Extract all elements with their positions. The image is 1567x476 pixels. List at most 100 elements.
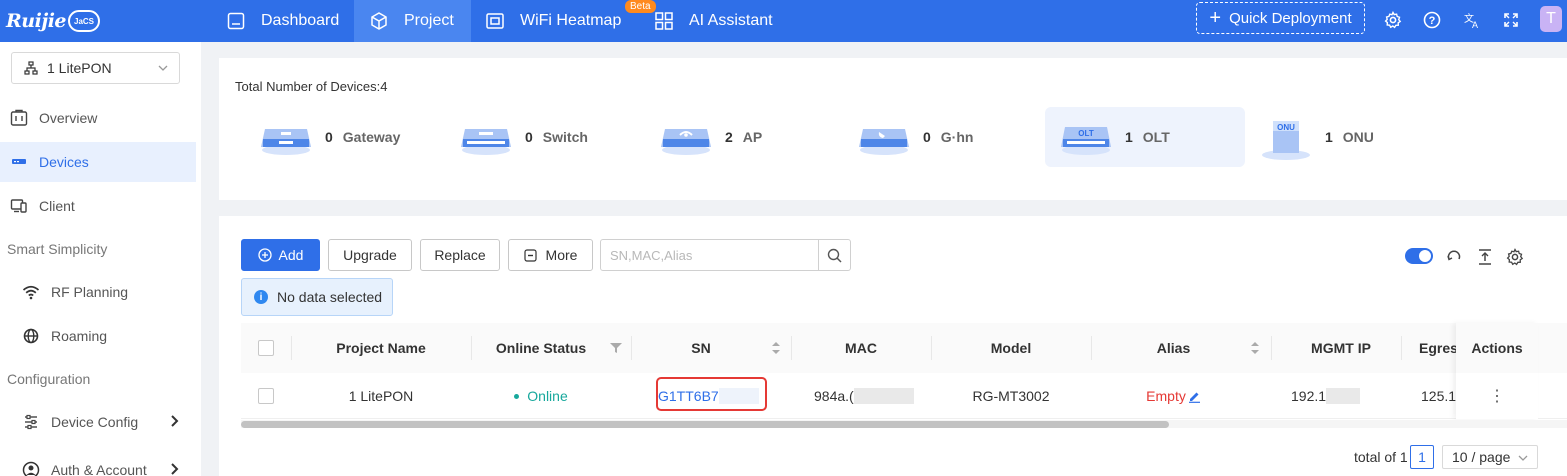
onu-count: 1 <box>1325 129 1333 145</box>
column-header-online-status[interactable]: Online Status <box>471 323 611 373</box>
device-type-gateway[interactable]: 0 Gateway <box>259 107 439 167</box>
redacted-block <box>1326 388 1361 404</box>
sidebar-item-rf-planning[interactable]: RF Planning <box>0 272 196 312</box>
table-header: Project Name Online Status SN MAC Model … <box>241 323 1567 373</box>
more-button[interactable]: More <box>508 239 593 271</box>
section-configuration: Configuration <box>7 371 91 387</box>
device-type-ap[interactable]: 2 AP <box>659 107 839 167</box>
online-status-dot <box>514 393 520 399</box>
device-type-onu[interactable]: ONU 1 ONU <box>1259 107 1439 167</box>
mgmt-ip-text: 192.1 <box>1291 388 1327 404</box>
page-size-value: 10 / page <box>1452 449 1511 465</box>
nav-dashboard-label: Dashboard <box>261 12 340 29</box>
more-icon <box>523 248 537 262</box>
replace-button[interactable]: Replace <box>420 239 500 271</box>
info-icon: i <box>254 290 268 304</box>
wifi-icon <box>21 282 41 302</box>
more-button-label: More <box>545 247 578 263</box>
help-icon[interactable]: ? <box>1421 9 1443 31</box>
fullscreen-icon[interactable] <box>1500 9 1522 31</box>
language-icon[interactable]: 文A <box>1461 9 1483 31</box>
cell-mac: 984a.( <box>814 373 934 419</box>
olt-device-icon: OLT <box>1059 117 1113 157</box>
sidebar-item-label: Device Config <box>51 414 139 430</box>
auto-refresh-toggle[interactable] <box>1405 248 1433 264</box>
row-checkbox[interactable] <box>258 388 274 404</box>
row-actions-more-icon[interactable]: ⋮ <box>1456 373 1538 419</box>
sidebar-item-overview[interactable]: Overview <box>0 98 196 138</box>
device-type-olt[interactable]: OLT 1 OLT <box>1045 107 1245 167</box>
search-input[interactable] <box>601 240 811 270</box>
ghn-count: 0 <box>923 129 931 145</box>
sidebar-item-auth-account[interactable]: Auth & Account <box>0 450 196 476</box>
nav-ai-assistant[interactable]: AI Assistant <box>653 0 793 42</box>
onu-device-icon: ONU <box>1259 117 1313 160</box>
replace-button-label: Replace <box>434 247 486 263</box>
column-header-project-name[interactable]: Project Name <box>291 323 471 373</box>
sidebar-item-label: Roaming <box>51 328 108 344</box>
filter-icon[interactable] <box>610 343 622 353</box>
olt-label: OLT <box>1142 129 1170 145</box>
chevron-right-icon <box>170 414 180 431</box>
sort-icon[interactable] <box>771 340 781 356</box>
network-icon <box>24 61 38 75</box>
sidebar-item-label: Devices <box>39 154 89 170</box>
nav-dashboard[interactable]: Dashboard <box>223 0 354 42</box>
table-row[interactable]: 1 LitePON Online G1TT6B7 984a.( RG-MT300… <box>241 373 1567 419</box>
search-box <box>600 239 851 271</box>
nav-project[interactable]: Project <box>354 0 471 42</box>
edit-pencil-icon[interactable] <box>1188 390 1201 403</box>
sidebar-item-device-config[interactable]: Device Config <box>0 402 196 442</box>
quick-deployment-label: Quick Deployment <box>1229 9 1352 27</box>
project-select-value: 1 LitePON <box>47 60 112 76</box>
search-button[interactable] <box>818 240 850 270</box>
scrollbar-thumb[interactable] <box>241 421 1169 428</box>
mac-text: 984a.( <box>814 388 854 404</box>
settings-gear-icon[interactable] <box>1382 9 1404 31</box>
user-avatar[interactable]: T <box>1540 6 1562 32</box>
upgrade-button[interactable]: Upgrade <box>328 239 412 271</box>
cell-project-name: 1 LitePON <box>348 388 414 404</box>
add-button[interactable]: Add <box>241 239 320 271</box>
column-header-sn[interactable]: SN <box>631 323 771 373</box>
cell-alias[interactable]: Empty <box>1091 373 1256 419</box>
sidebar-item-label: RF Planning <box>51 284 129 300</box>
export-icon[interactable] <box>1474 246 1496 268</box>
plus-circle-icon <box>257 248 272 262</box>
add-button-label: Add <box>278 247 304 263</box>
beta-badge: Beta <box>625 0 656 13</box>
no-data-selected-label: No data selected <box>277 289 383 305</box>
sidebar-item-roaming[interactable]: Roaming <box>0 316 196 356</box>
chevron-down-icon <box>1517 451 1529 467</box>
page-size-select[interactable]: 10 / page <box>1442 445 1538 469</box>
device-type-ghn[interactable]: 0 G·hn <box>857 107 1037 167</box>
column-header-model[interactable]: Model <box>931 323 1091 373</box>
ruijie-logo[interactable]: Ruijie JaCS <box>6 6 101 36</box>
select-all-checkbox[interactable] <box>258 340 274 356</box>
page-number-1[interactable]: 1 <box>1410 445 1434 469</box>
gateway-device-icon <box>259 117 313 157</box>
sort-icon[interactable] <box>1250 340 1260 356</box>
nav-wifi-heatmap[interactable]: WiFi Heatmap <box>484 0 634 42</box>
cell-online-status: Online <box>471 373 611 419</box>
sidebar-item-client[interactable]: Client <box>0 186 196 226</box>
olt-tag: OLT <box>1078 129 1094 138</box>
sidebar-item-devices[interactable]: Devices <box>0 142 196 182</box>
quick-deployment-button[interactable]: + Quick Deployment <box>1196 2 1365 34</box>
ap-count: 2 <box>725 129 733 145</box>
device-type-switch[interactable]: 0 Switch <box>459 107 639 167</box>
selection-info-banner: i No data selected <box>241 278 393 316</box>
horizontal-scrollbar[interactable] <box>241 420 1567 428</box>
device-summary-card: Total Number of Devices:4 0 Gateway 0 Sw… <box>219 58 1567 200</box>
svg-text:A: A <box>1472 20 1478 29</box>
column-header-alias[interactable]: Alias <box>1091 323 1256 373</box>
column-header-mgmt-ip[interactable]: MGMT IP <box>1271 323 1411 373</box>
column-header-mac[interactable]: MAC <box>791 323 931 373</box>
switch-device-icon <box>459 117 513 157</box>
user-icon <box>21 460 41 476</box>
refresh-icon[interactable] <box>1443 246 1465 268</box>
grid-icon <box>653 10 675 32</box>
actions-column: Actions ⋮ <box>1456 323 1538 419</box>
project-select[interactable]: 1 LitePON <box>11 52 180 84</box>
column-settings-gear-icon[interactable] <box>1504 246 1526 268</box>
